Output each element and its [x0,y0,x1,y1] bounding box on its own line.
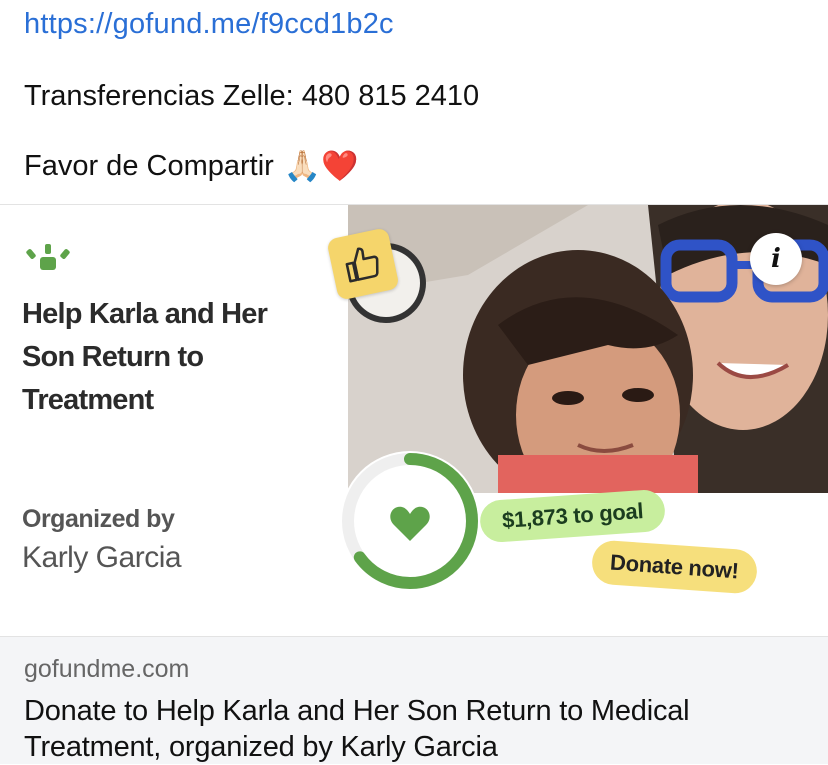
thumbs-up-icon [345,247,379,283]
link-preview-card[interactable]: Help Karla and Her Son Return to Treatme… [0,204,828,637]
praying-hands-heart-icon: 🙏🏻❤️ [283,149,359,183]
fundraiser-link[interactable]: https://gofund.me/f9ccd1b2c [24,8,394,41]
link-preview-title: Donate to Help Karla and Her Son Return … [24,695,690,763]
donation-progress-ring [340,451,480,591]
goal-remaining-badge: $1,873 to goal [478,488,667,544]
share-request: Favor de Compartir 🙏🏻❤️ [24,150,359,183]
link-preview-footer[interactable]: gofundme.com Donate to Help Karla and He… [0,636,828,764]
share-text: Favor de Compartir [24,150,274,182]
donate-now-button[interactable]: Donate now! [590,539,759,595]
organized-by-label: Organized by [22,505,175,533]
zelle-transfer-text: Transferencias Zelle: 480 815 2410 [24,80,480,112]
thumbs-up-badge [326,227,400,301]
fundraiser-title: Help Karla and Her Son Return to Treatme… [22,298,268,416]
info-button[interactable]: i [750,233,802,285]
link-domain: gofundme.com [24,655,190,683]
organizer-name: Karly Garcia [22,541,182,574]
gofundme-sprout-icon [26,244,70,270]
